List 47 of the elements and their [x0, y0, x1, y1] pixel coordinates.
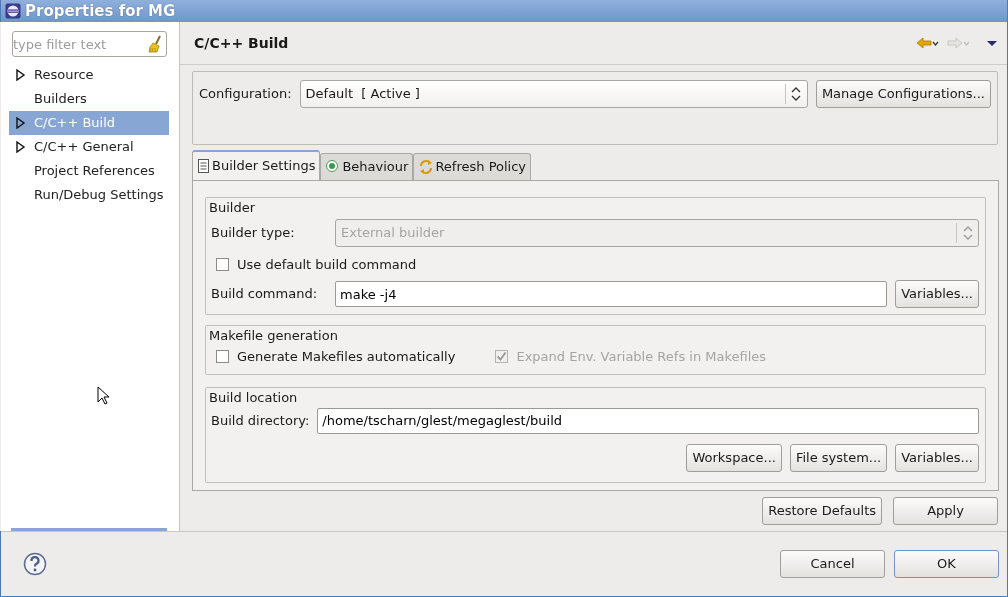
tab[interactable]: Builder Settings	[192, 150, 321, 180]
expand-arrow-icon	[15, 117, 26, 129]
filter-field[interactable]: type filter text	[12, 31, 167, 57]
check-icon	[496, 351, 508, 362]
browse-button[interactable]: Variables...	[895, 443, 979, 472]
tab[interactable]: Behaviour	[320, 153, 414, 180]
broom-icon	[147, 35, 163, 53]
tree-item[interactable]: Builders	[9, 87, 169, 111]
checkbox-label: Use default build command	[237, 255, 417, 274]
field-label: Builder type:	[211, 223, 296, 242]
field-label: Build command:	[211, 285, 319, 304]
variables-button[interactable]: Variables...	[895, 280, 979, 308]
checkbox[interactable]	[216, 349, 229, 363]
cancel-button[interactable]: Cancel	[780, 550, 885, 578]
browse-button[interactable]: Workspace...	[686, 443, 782, 472]
ok-button[interactable]: OK	[894, 550, 999, 578]
mouse-pointer-icon	[97, 386, 110, 405]
expand-arrow-icon	[15, 69, 26, 81]
tab[interactable]: Refresh Policy	[413, 153, 532, 180]
build-directory-field[interactable]: /home/tscharn/glest/megaglest/build	[317, 407, 979, 434]
browse-button[interactable]: File system...	[789, 443, 888, 472]
page-title: C/C++ Build	[194, 33, 289, 53]
configuration-dropdown[interactable]: Default [ Active ]	[299, 80, 808, 108]
refresh-icon	[418, 159, 434, 175]
tree-item[interactable]: Project References	[9, 159, 169, 183]
checkbox-label: Expand Env. Variable Refs in Makefiles	[516, 347, 767, 366]
configuration-label: Configuration:	[199, 85, 292, 103]
back-arrow-icon[interactable]	[916, 37, 939, 49]
app-icon	[5, 3, 21, 19]
checkbox[interactable]	[216, 257, 229, 271]
tree-item[interactable]: C/C++ General	[9, 135, 169, 159]
tree-item[interactable]: Resource	[9, 63, 169, 87]
scrollbar[interactable]	[11, 528, 167, 531]
restore-defaults-button[interactable]: Restore Defaults	[762, 497, 882, 525]
expand-arrow-icon	[15, 141, 26, 153]
list-icon	[197, 158, 210, 174]
tree-item[interactable]: Run/Debug Settings	[9, 183, 169, 207]
manage-configurations-button[interactable]: Manage Configurations...	[815, 80, 991, 108]
window-title: Properties for MG	[25, 0, 176, 22]
field-label: Build directory:	[211, 411, 310, 430]
help-icon[interactable]	[23, 552, 47, 576]
build-command-field[interactable]: make -j4	[335, 281, 888, 307]
menu-icon[interactable]	[986, 39, 998, 47]
checkbox-label: Generate Makefiles automatically	[237, 347, 456, 366]
group-title: Makefile generation	[209, 327, 340, 345]
radio-icon	[325, 159, 341, 175]
apply-button[interactable]: Apply	[893, 497, 998, 525]
